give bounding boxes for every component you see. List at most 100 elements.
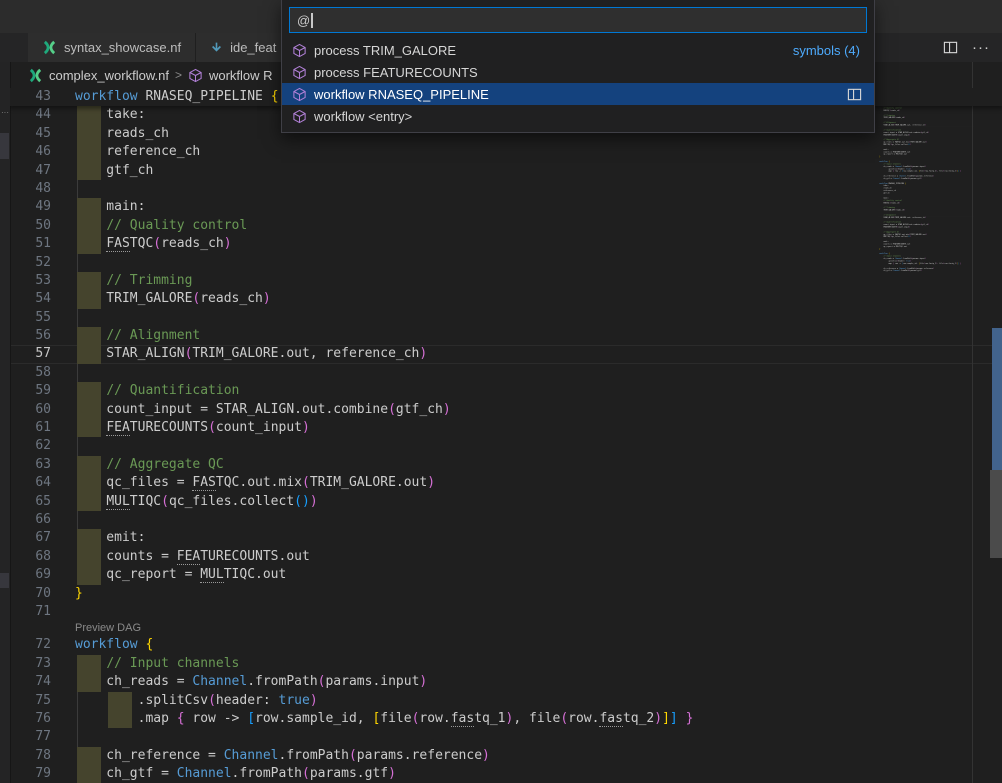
token: row.sample_id, [255, 711, 372, 726]
breadcrumb-file[interactable]: complex_workflow.nf [49, 68, 169, 83]
code-line-74[interactable]: 74 ch_reads = Channel.fromPath(params.in… [10, 673, 1002, 691]
line-number[interactable]: 57 [10, 345, 65, 363]
token: { [271, 89, 279, 104]
code-line-55[interactable]: 55 [10, 309, 1002, 327]
code-line-53[interactable]: 53 // Trimming [10, 272, 1002, 290]
more-actions-button[interactable]: ··· [972, 43, 990, 53]
line-number[interactable]: 77 [10, 728, 65, 746]
code-line-68[interactable]: 68 counts = FEATURECOUNTS.out [10, 548, 1002, 566]
line-number[interactable]: 47 [10, 162, 65, 180]
line-number[interactable]: 59 [10, 382, 65, 400]
line-number[interactable]: 53 [10, 272, 65, 290]
minimap[interactable]: workflow RNASEQ_PIPELINE { take: reads_c… [878, 90, 974, 285]
code-line-71[interactable]: 71 [10, 603, 1002, 621]
line-number[interactable]: 74 [10, 673, 65, 691]
code-line-50[interactable]: 50 // Quality control [10, 217, 1002, 235]
quick-open-input[interactable]: @ [289, 7, 867, 33]
line-number[interactable]: 63 [10, 456, 65, 474]
line-number[interactable]: 54 [10, 290, 65, 308]
line-number[interactable]: 62 [10, 437, 65, 455]
token: header: [216, 693, 279, 708]
line-number[interactable]: 46 [10, 143, 65, 161]
split-editor-button[interactable] [943, 40, 958, 55]
token: } [960, 170, 961, 172]
line-number[interactable]: 51 [10, 235, 65, 253]
code-line-76[interactable]: 76 .map { row -> [row.sample_id, [file(r… [10, 710, 1002, 728]
line-number[interactable]: 60 [10, 401, 65, 419]
quick-open-item-4[interactable]: workflow <entry> [282, 105, 874, 127]
line-number[interactable]: 56 [10, 327, 65, 345]
token: tq_2 [623, 711, 654, 726]
code-line-54[interactable]: 54 TRIM_GALORE(reads_ch) [10, 290, 1002, 308]
line-number[interactable]: 45 [10, 125, 65, 143]
tab-ide_feat[interactable]: ide_feat [196, 33, 291, 62]
line-number[interactable]: 79 [10, 765, 65, 783]
line-number[interactable]: 48 [10, 180, 65, 198]
code-line-77[interactable]: 77 [10, 728, 1002, 746]
code-line-67[interactable]: 67 emit: [10, 529, 1002, 547]
code-line-57[interactable]: 57 STAR_ALIGN(TRIM_GALORE.out, reference… [10, 345, 1002, 363]
code-line-56[interactable]: 56 // Alignment [10, 327, 1002, 345]
line-number[interactable]: 66 [10, 511, 65, 529]
code-line-66[interactable]: 66 [10, 511, 1002, 529]
codelens-preview-dag[interactable]: Preview DAG [75, 621, 1002, 636]
code-line-62[interactable]: 62 [10, 437, 1002, 455]
token: fas [451, 711, 474, 727]
open-to-side-button[interactable] [847, 87, 864, 102]
line-number[interactable]: 78 [10, 747, 65, 765]
line-number[interactable]: 72 [10, 636, 65, 654]
code-line-47[interactable]: 47 gtf_ch [10, 162, 1002, 180]
token: TIQC.out [899, 245, 907, 247]
line-number[interactable]: 55 [10, 309, 65, 327]
line-number[interactable]: 70 [10, 585, 65, 603]
editor-group-border [972, 62, 973, 783]
line-number[interactable]: 67 [10, 529, 65, 547]
line-number[interactable]: 73 [10, 655, 65, 673]
code-line-48[interactable]: 48 [10, 180, 1002, 198]
line-number[interactable]: 75 [10, 692, 65, 710]
scrollbar-slider-blue[interactable] [992, 328, 1002, 470]
code-line-64[interactable]: 64 qc_files = FASTQC.out.mix(TRIM_GALORE… [10, 474, 1002, 492]
quick-open-item-1[interactable]: process TRIM_GALOREsymbols (4) [282, 39, 874, 61]
line-number[interactable]: 61 [10, 419, 65, 437]
line-number[interactable]: 49 [10, 198, 65, 216]
code-line-52[interactable]: 52 [10, 254, 1002, 272]
code-line-60[interactable]: 60 count_input = STAR_ALIGN.out.combine(… [10, 401, 1002, 419]
code-line-79[interactable]: 79 ch_gtf = Channel.fromPath(params.gtf) [10, 765, 1002, 783]
code-line-69[interactable]: 69 qc_report = MULTIQC.out [10, 566, 1002, 584]
code-line-59[interactable]: 59 // Quantification [10, 382, 1002, 400]
line-number[interactable]: 69 [10, 566, 65, 584]
line-number[interactable]: 65 [10, 493, 65, 511]
line-number[interactable]: 71 [10, 603, 65, 621]
code-line-73[interactable]: 73 // Input channels [10, 655, 1002, 673]
scrollbar-slider-gray[interactable] [990, 470, 1002, 558]
quick-open-item-2[interactable]: process FEATURECOUNTS [282, 61, 874, 83]
line-number[interactable]: 68 [10, 548, 65, 566]
line-number[interactable]: 44 [10, 106, 65, 124]
quick-open-item-3[interactable]: workflow RNASEQ_PIPELINE [282, 83, 874, 105]
tab-syntax_showcase.nf[interactable]: syntax_showcase.nf [28, 33, 196, 62]
breadcrumb-symbol[interactable]: workflow R [209, 68, 273, 83]
code-line-63[interactable]: 63 // Aggregate QC [10, 456, 1002, 474]
code-line-65[interactable]: 65 MULTIQC(qc_files.collect()) [10, 493, 1002, 511]
line-number[interactable]: 52 [10, 254, 65, 272]
token: TRIM_GALORE.out [310, 475, 427, 490]
code-line-61[interactable]: 61 FEATURECOUNTS(count_input) [10, 419, 1002, 437]
code-line-51[interactable]: 51 FASTQC(reads_ch) [10, 235, 1002, 253]
code-line-75[interactable]: 75 .splitCsv(header: true) [10, 692, 1002, 710]
line-number[interactable]: 58 [10, 364, 65, 382]
token: qc_report = [879, 245, 896, 247]
code-editor[interactable]: 43workflow RNASEQ_PIPELINE { 44 take:45 … [10, 88, 1002, 783]
line-number[interactable]: 76 [10, 710, 65, 728]
code-line-72[interactable]: 72workflow { [10, 636, 1002, 654]
code-line-58[interactable]: 58 [10, 364, 1002, 382]
line-number[interactable]: 64 [10, 474, 65, 492]
line-number[interactable]: 43 [10, 88, 65, 106]
code-line-46[interactable]: 46 reference_ch [10, 143, 1002, 161]
code-line-49[interactable]: 49 main: [10, 198, 1002, 216]
token: qc_files.collect [169, 494, 294, 509]
code-line-78[interactable]: 78 ch_reference = Channel.fromPath(param… [10, 747, 1002, 765]
code-line-70[interactable]: 70} [10, 585, 1002, 603]
line-content: qc_files = FASTQC.out.mix(TRIM_GALORE.ou… [75, 474, 1002, 492]
line-number[interactable]: 50 [10, 217, 65, 235]
